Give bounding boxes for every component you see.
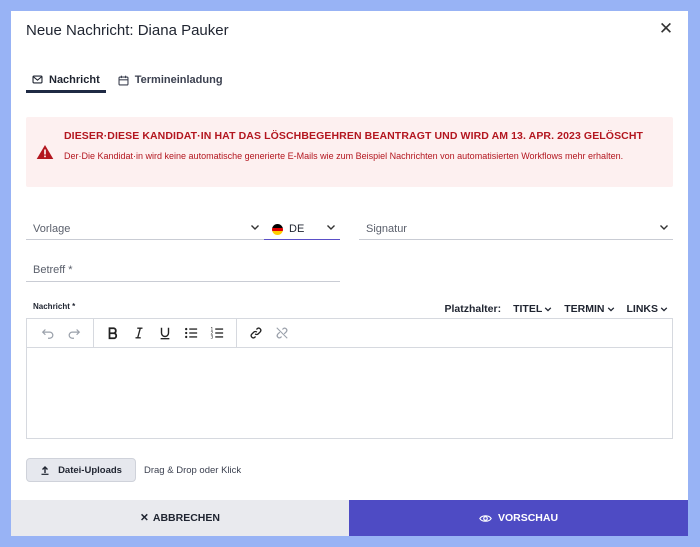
cancel-button[interactable]: ✕ ABBRECHEN <box>11 500 349 536</box>
tab-termineinladung[interactable]: Termineinladung <box>112 69 229 91</box>
warning-icon <box>36 145 54 159</box>
language-value: DE <box>289 223 305 235</box>
placeholder-termin-label: TERMIN <box>564 303 605 315</box>
subject-label: Betreff * <box>33 264 73 276</box>
calendar-icon <box>118 75 129 86</box>
redo-icon[interactable] <box>61 322 87 344</box>
signature-select-label: Signatur <box>366 223 407 235</box>
signature-select[interactable]: Signatur <box>359 219 673 240</box>
placeholder-links-label: LINKS <box>626 303 659 315</box>
upload-icon <box>41 466 49 475</box>
bold-icon[interactable] <box>100 322 126 344</box>
close-icon: ✕ <box>140 512 149 524</box>
placeholder-termin-dropdown[interactable]: TERMIN <box>564 303 614 315</box>
editor-content-area[interactable] <box>27 348 672 438</box>
undo-icon[interactable] <box>35 322 61 344</box>
template-select-label: Vorlage <box>33 223 71 235</box>
placeholder-bar: Platzhalter: TITEL TERMIN LINKS <box>444 303 668 315</box>
svg-text:3: 3 <box>210 334 213 340</box>
link-icon[interactable] <box>243 322 269 344</box>
editor-toolbar: 123 <box>27 318 672 348</box>
template-select[interactable]: Vorlage <box>26 219 264 240</box>
tab-bar: Nachricht Termineinladung <box>26 69 229 93</box>
chevron-down-icon <box>251 225 259 230</box>
chevron-down-icon <box>607 307 614 312</box>
flag-de-icon <box>272 224 283 235</box>
close-icon[interactable]: ✕ <box>658 19 674 38</box>
toolbar-divider <box>236 318 237 348</box>
chevron-down-icon <box>327 225 335 230</box>
deletion-alert: DIESER·DIESE KANDIDAT·IN HAT DAS LÖSCHBE… <box>26 117 673 187</box>
placeholder-titel-dropdown[interactable]: TITEL <box>513 303 552 315</box>
chevron-down-icon <box>660 307 668 312</box>
bullet-list-icon[interactable] <box>178 322 204 344</box>
toolbar-divider <box>93 318 94 348</box>
preview-button-label: VORSCHAU <box>497 512 559 524</box>
chevron-down-icon <box>544 307 552 312</box>
message-label: Nachricht * <box>33 302 76 311</box>
italic-icon[interactable] <box>126 322 152 344</box>
envelope-icon <box>32 75 43 84</box>
eye-icon <box>479 514 492 522</box>
file-upload-label: Datei-Uploads <box>58 464 122 476</box>
dialog-footer: ✕ ABBRECHEN VORSCHAU <box>11 500 688 536</box>
message-editor: 123 <box>26 318 673 439</box>
tab-termineinladung-label: Termineinladung <box>134 74 223 86</box>
alert-text: Der·Die Kandidat·in wird keine automatis… <box>64 151 624 161</box>
tab-nachricht-label: Nachricht <box>49 73 100 86</box>
underline-icon[interactable] <box>152 322 178 344</box>
placeholder-titel-label: TITEL <box>513 303 543 315</box>
file-upload-button[interactable]: Datei-Uploads <box>26 458 136 482</box>
placeholder-links-dropdown[interactable]: LINKS <box>627 303 669 315</box>
numbered-list-icon[interactable]: 123 <box>204 322 230 344</box>
subject-input[interactable]: Betreff * <box>26 260 340 282</box>
alert-title: DIESER·DIESE KANDIDAT·IN HAT DAS LÖSCHBE… <box>64 130 644 142</box>
chevron-down-icon <box>660 225 668 230</box>
tab-nachricht[interactable]: Nachricht <box>26 69 106 93</box>
drop-hint: Drag & Drop oder Klick <box>144 465 242 476</box>
message-dialog: Neue Nachricht: Diana Pauker ✕ Nachricht… <box>11 11 688 536</box>
placeholder-label: Platzhalter: <box>444 303 502 315</box>
dialog-title: Neue Nachricht: Diana Pauker <box>26 22 229 39</box>
cancel-button-label: ABBRECHEN <box>152 512 220 524</box>
preview-button[interactable]: VORSCHAU <box>349 500 688 536</box>
unlink-icon[interactable] <box>269 322 295 344</box>
language-select[interactable]: DE <box>264 219 340 240</box>
